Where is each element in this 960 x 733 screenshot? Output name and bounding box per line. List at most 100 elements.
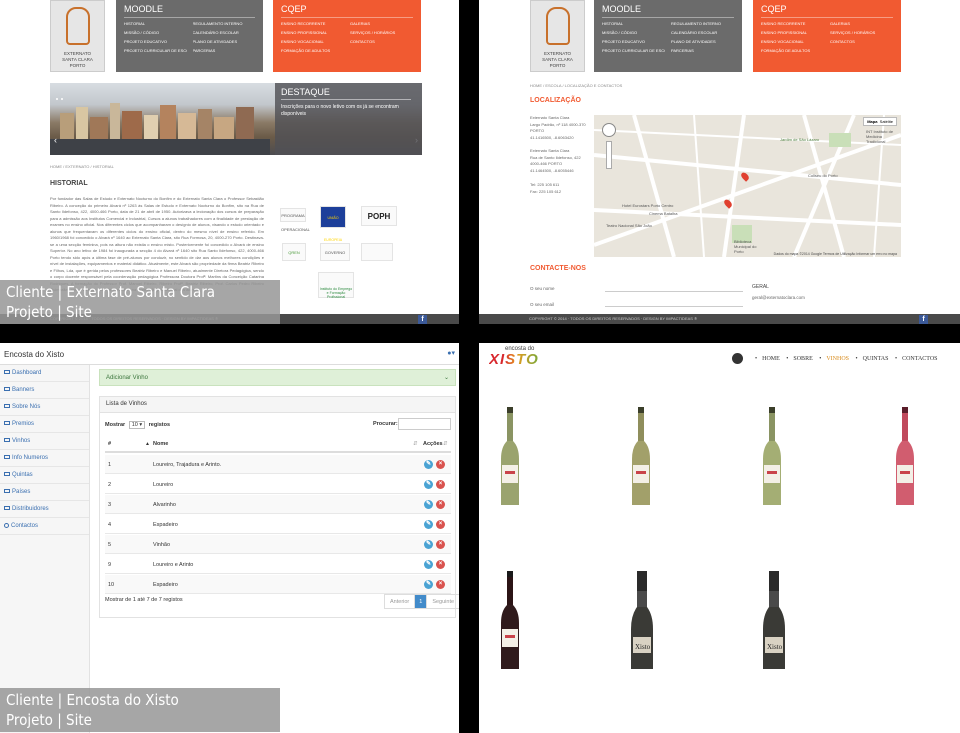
map-attribution[interactable]: Dados do mapa ©2014 Google Termos de Uti… bbox=[774, 252, 897, 256]
menu-item-regulamento[interactable]: REGULAMENTO INTERNO bbox=[671, 21, 734, 26]
delete-icon[interactable]: × bbox=[436, 460, 445, 469]
admin-app-title[interactable]: Encosta do Xisto bbox=[4, 350, 64, 359]
menu-item-galerias[interactable]: GALERIAS bbox=[350, 21, 413, 26]
sidebar-item-dashboard[interactable]: Dashboard bbox=[0, 365, 89, 382]
facebook-icon[interactable]: f bbox=[919, 315, 928, 324]
delete-icon[interactable]: × bbox=[436, 540, 445, 549]
sparkling-bottle-1[interactable]: Xisto bbox=[629, 571, 655, 671]
pagination-prev[interactable]: Anterior bbox=[385, 595, 416, 608]
facebook-icon[interactable]: f bbox=[418, 315, 427, 324]
map-zoom-control[interactable] bbox=[606, 141, 612, 169]
menu-item-contactos[interactable]: CONTACTOS bbox=[830, 39, 893, 44]
edit-icon[interactable]: ✎ bbox=[424, 460, 433, 469]
name-field[interactable] bbox=[605, 291, 743, 292]
menu-item-servicos[interactable]: SERVIÇOS / HORÁRIOS bbox=[350, 30, 413, 35]
menu-item-servicos[interactable]: SERVIÇOS / HORÁRIOS bbox=[830, 30, 893, 35]
menu-item-historial[interactable]: HISTORIAL bbox=[602, 21, 665, 26]
wine-bottle-red[interactable] bbox=[499, 571, 521, 671]
pagination-page[interactable]: 1 bbox=[415, 595, 427, 608]
delete-icon[interactable]: × bbox=[436, 500, 445, 509]
google-map[interactable]: Mapa Satélite Jardim de São Lázaro INT I… bbox=[594, 115, 901, 257]
menu-item-plano[interactable]: PLANO DE ATIVIDADES bbox=[193, 39, 256, 44]
menu-item-contactos[interactable]: CONTACTOS bbox=[350, 39, 413, 44]
edit-icon[interactable]: ✎ bbox=[424, 560, 433, 569]
menu-item-plano[interactable]: PLANO DE ATIVIDADES bbox=[671, 39, 734, 44]
add-wine-accordion[interactable]: Adicionar Vinho ⌄ bbox=[99, 369, 456, 386]
search-input[interactable] bbox=[398, 418, 451, 430]
globe-icon[interactable] bbox=[732, 353, 743, 364]
sidebar-item-info-numeros[interactable]: Info Numeros bbox=[0, 450, 89, 467]
menu-item-parcerias[interactable]: PARCERIAS bbox=[671, 48, 734, 53]
edit-icon[interactable]: ✎ bbox=[424, 520, 433, 529]
menu-item-projeto-educativo[interactable]: PROJETO EDUCATIVO bbox=[602, 39, 665, 44]
menu-item-adultos[interactable]: FORMAÇÃO DE ADULTOS bbox=[761, 48, 824, 53]
sidebar-item-paises[interactable]: Países bbox=[0, 484, 89, 501]
sort-asc-icon[interactable]: ▲ bbox=[145, 441, 150, 447]
menu-item-recorrente[interactable]: ENSINO RECORRENTE bbox=[761, 21, 824, 26]
menu-item-calendario[interactable]: CALENDÁRIO ESCOLAR bbox=[193, 30, 256, 35]
wine-bottle-white-3[interactable] bbox=[761, 407, 783, 507]
menu-item-historial[interactable]: HISTORIAL bbox=[124, 21, 187, 26]
encosta-logo[interactable]: encosta do XISTO bbox=[489, 346, 539, 367]
wine-bottle-white-1[interactable] bbox=[499, 407, 521, 507]
menu-item-parcerias[interactable]: PARCERIAS bbox=[193, 48, 256, 53]
qcep-heading[interactable]: CQEP bbox=[761, 4, 893, 18]
delete-icon[interactable]: × bbox=[436, 480, 445, 489]
slider-dots[interactable] bbox=[56, 87, 66, 105]
nav-home[interactable]: HOME bbox=[762, 356, 780, 362]
user-icon[interactable]: ●▾ bbox=[447, 349, 455, 357]
sidebar-item-sobre-nos[interactable]: Sobre Nós bbox=[0, 399, 89, 416]
sidebar-item-quintas[interactable]: Quintas bbox=[0, 467, 89, 484]
page-size-select[interactable]: 10 ▾ bbox=[128, 421, 146, 429]
breadcrumb[interactable]: HOME / ESCOLA / LOCALIZAÇÃO E CONTACTOS bbox=[530, 83, 622, 88]
slider-prev-arrow-icon[interactable]: ‹ bbox=[54, 135, 57, 145]
col-id-header[interactable]: # bbox=[108, 441, 111, 447]
breadcrumb[interactable]: HOME / EXTERNATO / HISTORIAL bbox=[50, 164, 114, 169]
nav-quintas[interactable]: QUINTAS bbox=[863, 356, 889, 362]
nav-contactos[interactable]: CONTACTOS bbox=[902, 356, 937, 362]
edit-icon[interactable]: ✎ bbox=[424, 500, 433, 509]
menu-item-projeto-curricular[interactable]: PROJETO CURRICULAR DE ESCOLA bbox=[602, 48, 665, 53]
menu-item-projeto-curricular[interactable]: PROJETO CURRICULAR DE ESCOLA bbox=[124, 48, 187, 53]
externato-logo[interactable]: EXTERNATO SANTA CLARA PORTO bbox=[50, 0, 105, 72]
sidebar-item-distribuidores[interactable]: Distribuidores bbox=[0, 501, 89, 518]
sidebar-item-vinhos[interactable]: Vinhos bbox=[0, 433, 89, 450]
destaque-text[interactable]: Inscrições para o novo letivo com os já … bbox=[281, 104, 411, 118]
pagination-next[interactable]: Seguinte bbox=[426, 595, 459, 608]
menu-item-recorrente[interactable]: ENSINO RECORRENTE bbox=[281, 21, 344, 26]
qcep-heading[interactable]: CQEP bbox=[281, 4, 413, 18]
sort-icon[interactable]: ⇵ bbox=[443, 441, 448, 447]
map-type-satelite[interactable]: Satélite bbox=[880, 119, 893, 124]
menu-item-vocacional[interactable]: ENSINO VOCACIONAL bbox=[761, 39, 824, 44]
sidebar-item-premios[interactable]: Premios bbox=[0, 416, 89, 433]
col-name-header[interactable]: Nome bbox=[153, 441, 168, 447]
map-type-toggle[interactable]: Mapa Satélite bbox=[863, 117, 897, 126]
menu-item-regulamento[interactable]: REGULAMENTO INTERNO bbox=[193, 21, 256, 26]
delete-icon[interactable]: × bbox=[436, 520, 445, 529]
moodle-heading[interactable]: MOODLE bbox=[602, 4, 734, 18]
sidebar-item-banners[interactable]: Banners bbox=[0, 382, 89, 399]
edit-icon[interactable]: ✎ bbox=[424, 580, 433, 589]
map-type-mapa[interactable]: Mapa bbox=[867, 119, 877, 124]
nav-vinhos[interactable]: VINHOS bbox=[826, 356, 849, 362]
menu-item-missao[interactable]: MISSÃO / CÓDIGO bbox=[124, 30, 187, 35]
menu-item-missao[interactable]: MISSÃO / CÓDIGO bbox=[602, 30, 665, 35]
menu-item-calendario[interactable]: CALENDÁRIO ESCOLAR bbox=[671, 30, 734, 35]
wine-bottle-white-2[interactable] bbox=[630, 407, 652, 507]
sort-icon[interactable]: ⇵ bbox=[413, 441, 418, 447]
sidebar-item-contactos[interactable]: Contactos bbox=[0, 518, 89, 535]
edit-icon[interactable]: ✎ bbox=[424, 480, 433, 489]
moodle-heading[interactable]: MOODLE bbox=[124, 4, 255, 18]
menu-item-vocacional[interactable]: ENSINO VOCACIONAL bbox=[281, 39, 344, 44]
menu-item-adultos[interactable]: FORMAÇÃO DE ADULTOS bbox=[281, 48, 344, 53]
externato-logo[interactable]: EXTERNATO SANTA CLARA PORTO bbox=[530, 0, 585, 72]
map-pan-control-icon[interactable] bbox=[602, 123, 616, 137]
nav-sobre[interactable]: SOBRE bbox=[793, 356, 812, 362]
email-field[interactable] bbox=[605, 306, 743, 307]
menu-item-projeto-educativo[interactable]: PROJETO EDUCATIVO bbox=[124, 39, 187, 44]
delete-icon[interactable]: × bbox=[436, 580, 445, 589]
menu-item-profissional[interactable]: ENSINO PROFISSIONAL bbox=[761, 30, 824, 35]
edit-icon[interactable]: ✎ bbox=[424, 540, 433, 549]
menu-item-galerias[interactable]: GALERIAS bbox=[830, 21, 893, 26]
wine-bottle-rose[interactable] bbox=[894, 407, 916, 507]
